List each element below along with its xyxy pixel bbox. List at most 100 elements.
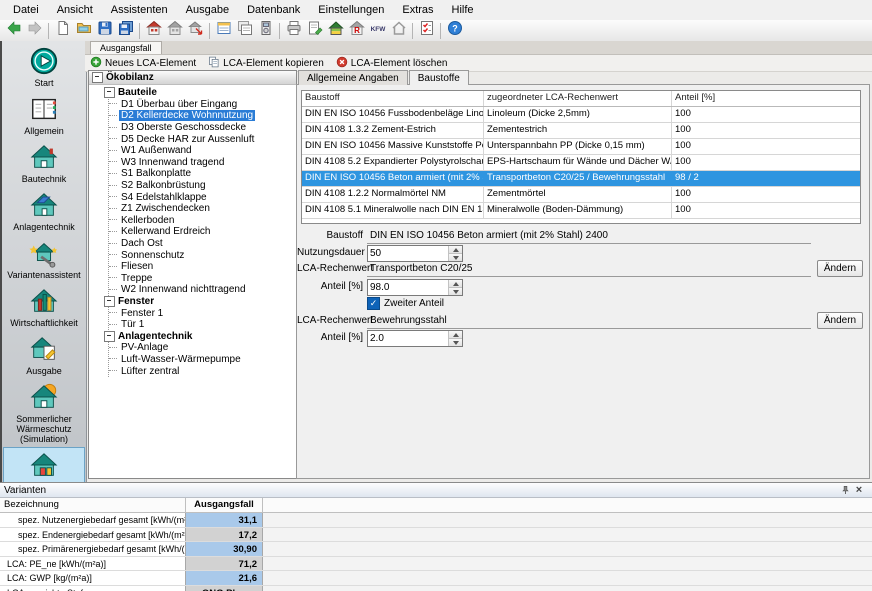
- toolbar-button-save-icon[interactable]: [94, 21, 115, 40]
- menu-einstellungen[interactable]: Einstellungen: [309, 1, 393, 19]
- tree-item-pv-anlage[interactable]: PV-Anlage: [109, 342, 296, 354]
- toolbar-button-house-outline-icon[interactable]: [388, 21, 409, 40]
- tree-item-s1-balkonplatte[interactable]: S1 Balkonplatte: [109, 168, 296, 180]
- tree-group-fenster[interactable]: Fenster: [89, 296, 296, 308]
- toolbar-button-kfw-icon[interactable]: KFW: [367, 21, 388, 40]
- menu-extras[interactable]: Extras: [393, 1, 442, 19]
- menu-datenbank[interactable]: Datenbank: [238, 1, 309, 19]
- tree-item-treppe[interactable]: Treppe: [109, 273, 296, 285]
- nutzungsdauer-input[interactable]: [368, 246, 448, 261]
- toolbar-button-help-icon[interactable]: ?: [444, 21, 465, 40]
- toolbar-button-open-folder-icon[interactable]: [73, 21, 94, 40]
- spin-down-button[interactable]: [449, 287, 462, 295]
- tree-item-fliesen[interactable]: Fliesen: [109, 261, 296, 273]
- table-row[interactable]: DIN 4108 1.2.2 Normalmörtel NMZementmört…: [302, 187, 860, 203]
- spin-up-button[interactable]: [449, 246, 462, 253]
- collapse-icon[interactable]: [104, 331, 115, 342]
- zweiter-anteil-checkbox[interactable]: ✓: [367, 297, 380, 310]
- tab-ausgangsfall[interactable]: Ausgangsfall: [90, 41, 162, 54]
- toolbar-button-new-file-icon[interactable]: [52, 21, 73, 40]
- tree-item-kellerboden[interactable]: Kellerboden: [109, 215, 296, 227]
- collapse-icon[interactable]: [104, 87, 115, 98]
- toolbar-button-meter-icon[interactable]: [255, 21, 276, 40]
- sidebar-item-anlagentechnik[interactable]: Anlagentechnik: [4, 188, 84, 234]
- collapse-icon[interactable]: [92, 72, 103, 83]
- tree-item-w2-innenwand-nichttragend[interactable]: W2 Innenwand nichttragend: [109, 284, 296, 296]
- table-row[interactable]: DIN EN ISO 10456 Fussbodenbeläge Linoleu…: [302, 107, 860, 123]
- tree-item-d3-oberste-geschossdecke[interactable]: D3 Oberste Geschossdecke: [109, 122, 296, 134]
- tree-item-sonnenschutz[interactable]: Sonnenschutz: [109, 249, 296, 261]
- spin-down-button[interactable]: [449, 253, 462, 261]
- toolbar-button-checklist-icon[interactable]: [416, 21, 437, 40]
- tree-item-w3-innenwand-tragend[interactable]: W3 Innenwand tragend: [109, 157, 296, 169]
- pin-icon[interactable]: [838, 484, 852, 496]
- tree-item-dach-ost[interactable]: Dach Ost: [109, 238, 296, 250]
- menu-hilfe[interactable]: Hilfe: [443, 1, 483, 19]
- nutzungsdauer-spinner[interactable]: [367, 245, 463, 262]
- aendern-button-1[interactable]: Ändern: [817, 260, 863, 277]
- house-outline-icon: [391, 20, 407, 41]
- toolbar-button-form-copy-icon[interactable]: [234, 21, 255, 40]
- table-row[interactable]: DIN 4108 5.2 Expandierter Polystyrolscha…: [302, 155, 860, 171]
- tree-item-luft-wasser-wärmepumpe[interactable]: Luft-Wasser-Wärmepumpe: [109, 354, 296, 366]
- collapse-icon[interactable]: [104, 296, 115, 307]
- tree-item-z1-zwischendecken[interactable]: Z1 Zwischendecken: [109, 203, 296, 215]
- sidebar-item-sommerlicher-wärmeschutz-simulation[interactable]: Sommerlicher Wärmeschutz (Simulation): [4, 380, 84, 446]
- delete-lca-element-button[interactable]: LCA-Element löschen: [336, 56, 448, 71]
- sidebar-item-ökobilanz[interactable]: Ökobilanz: [4, 448, 84, 482]
- toolbar-button-house-r-icon[interactable]: R: [346, 21, 367, 40]
- tree-group-anlagentechnik[interactable]: Anlagentechnik: [89, 330, 296, 342]
- spin-up-button[interactable]: [449, 280, 462, 287]
- toolbar-button-building-export-icon[interactable]: [185, 21, 206, 40]
- sidebar-item-variantenassistent[interactable]: Variantenassistent: [4, 236, 84, 282]
- toolbar-button-energy-house-icon[interactable]: [325, 21, 346, 40]
- toolbar-button-report-edit-icon[interactable]: [304, 21, 325, 40]
- toolbar-button-save-all-icon[interactable]: [115, 21, 136, 40]
- table-row[interactable]: DIN EN ISO 10456 Massive Kunststoffe Pol…: [302, 139, 860, 155]
- tree-item-d2-kellerdecke-wohnnutzung[interactable]: D2 Kellerdecke Wohnnutzung: [109, 110, 296, 122]
- toolbar-button-print-icon[interactable]: [283, 21, 304, 40]
- tree-item-fenster-1[interactable]: Fenster 1: [109, 307, 296, 319]
- anteil-1-input[interactable]: [368, 280, 448, 295]
- aendern-button-2[interactable]: Ändern: [817, 312, 863, 329]
- sidebar-item-ausgabe[interactable]: Ausgabe: [4, 332, 84, 378]
- tree-root-oekobilanz[interactable]: Ökobilanz: [89, 71, 296, 85]
- tree-item-s2-balkonbrüstung[interactable]: S2 Balkonbrüstung: [109, 180, 296, 192]
- table-row[interactable]: DIN 4108 5.1 Mineralwolle nach DIN EN 13…: [302, 203, 860, 219]
- table-row[interactable]: DIN 4108 1.3.2 Zement-EstrichZementestri…: [302, 123, 860, 139]
- toolbar-button-building-icon[interactable]: [143, 21, 164, 40]
- spin-up-button[interactable]: [449, 331, 462, 338]
- tree-item-lüfter-zentral[interactable]: Lüfter zentral: [109, 365, 296, 377]
- table-row[interactable]: DIN EN ISO 10456 Beton armiert (mit 2% S…: [302, 171, 860, 187]
- sidebar-item-allgemein[interactable]: Allgemein: [4, 92, 84, 138]
- sidebar-item-wirtschaftlichkeit[interactable]: Wirtschaftlichkeit: [4, 284, 84, 330]
- copy-lca-element-button[interactable]: LCA-Element kopieren: [208, 56, 324, 71]
- sidebar-item-bautechnik[interactable]: Bautechnik: [4, 140, 84, 186]
- toolbar-button-back-icon[interactable]: [3, 21, 24, 40]
- tab-baustoffe[interactable]: Baustoffe: [409, 70, 469, 85]
- sidebar-item-label: Wirtschaftlichkeit: [10, 318, 78, 328]
- menu-ausgabe[interactable]: Ausgabe: [177, 1, 238, 19]
- anteil-2-input[interactable]: [368, 331, 448, 346]
- menu-assistenten[interactable]: Assistenten: [102, 1, 177, 19]
- sidebar-item-start[interactable]: Start: [4, 44, 84, 90]
- tree-item-tür-1[interactable]: Tür 1: [109, 319, 296, 331]
- toolbar-button-forward-icon[interactable]: [24, 21, 45, 40]
- tree-group-bauteile[interactable]: Bauteile: [89, 87, 296, 99]
- tree-item-kellerwand-erdreich[interactable]: Kellerwand Erdreich: [109, 226, 296, 238]
- detail-tab-strip: Allgemeine AngabenBaustoffe: [296, 70, 870, 85]
- spin-down-button[interactable]: [449, 338, 462, 346]
- tree-item-d1-überbau-über-eingang[interactable]: D1 Überbau über Eingang: [109, 99, 296, 111]
- tab-allgemeine-angaben[interactable]: Allgemeine Angaben: [298, 70, 408, 85]
- tree-item-d5-decke-har-zur-aussenluft[interactable]: D5 Decke HAR zur Aussenluft: [109, 133, 296, 145]
- anteil-1-spinner[interactable]: [367, 279, 463, 296]
- toolbar-button-form-icon[interactable]: [213, 21, 234, 40]
- anteil-2-spinner[interactable]: [367, 330, 463, 347]
- new-lca-element-button[interactable]: Neues LCA-Element: [90, 56, 196, 71]
- toolbar-button-building-gray-icon[interactable]: [164, 21, 185, 40]
- menu-datei[interactable]: Datei: [4, 1, 48, 19]
- close-icon[interactable]: ×: [852, 484, 866, 496]
- tree-item-s4-edelstahlklappe[interactable]: S4 Edelstahlklappe: [109, 191, 296, 203]
- menu-ansicht[interactable]: Ansicht: [48, 1, 102, 19]
- tree-item-w1-außenwand[interactable]: W1 Außenwand: [109, 145, 296, 157]
